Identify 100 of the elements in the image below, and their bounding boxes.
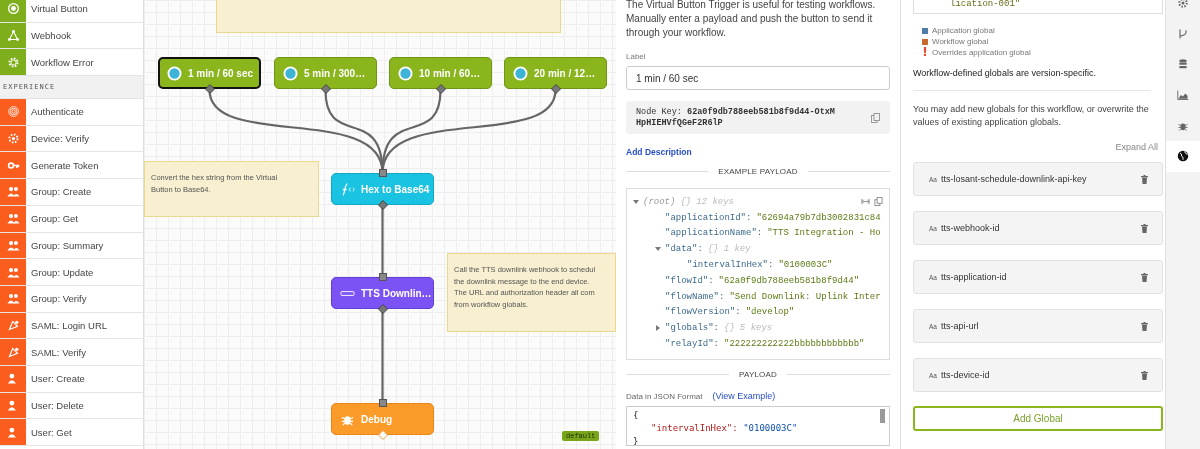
add-description-link[interactable]: Add Description — [626, 147, 692, 157]
trash-icon[interactable] — [1141, 223, 1148, 233]
json-value: "develop" — [745, 307, 795, 318]
section-title: EXAMPLE PAYLOAD — [718, 167, 798, 176]
json-summary: {} — [680, 196, 692, 207]
node-palette-item[interactable]: User: Create — [0, 365, 143, 393]
json-key: (root) — [643, 196, 676, 207]
json-value: "0100003C" — [778, 260, 833, 271]
override-mark: ! — [922, 47, 928, 58]
node-palette-item[interactable]: Webhook — [0, 22, 143, 50]
field-label: Label — [626, 52, 647, 61]
node-palette-item[interactable]: Group: Update — [0, 259, 143, 286]
circle-icon — [513, 65, 528, 81]
json-key: "data": — [665, 244, 703, 255]
triangle-icon — [6, 345, 20, 359]
node-palette-item[interactable]: Group: Get — [0, 205, 143, 233]
global-name: tts-application-id — [940, 272, 1007, 282]
copy-icon[interactable] — [871, 112, 880, 123]
database-icon — [1177, 58, 1189, 71]
group-icon — [6, 238, 20, 252]
triangle-icon — [6, 318, 20, 332]
trash-icon[interactable] — [1141, 370, 1148, 380]
node-palette-item[interactable]: Device: Verify — [0, 125, 143, 153]
output-port[interactable] — [377, 200, 388, 210]
gear-icon — [6, 132, 20, 146]
panel-tab[interactable] — [1166, 140, 1200, 172]
global-name: tts-webhook-id — [940, 223, 1000, 233]
node-palette-item[interactable]: Virtual Button — [0, 0, 143, 23]
json-summary: {} — [707, 244, 719, 255]
copy-icon[interactable] — [874, 197, 883, 207]
json-key: "flowVersion": — [665, 307, 741, 318]
legend-label: Overrides application global — [932, 48, 1031, 57]
node-palette-item[interactable]: User: Get — [0, 419, 143, 446]
node-key-text: Node Key: 62a0f9db788eeb581b8f9d44-OtxMHpHIEHVfQGeF2R6lP — [636, 106, 836, 129]
trash-icon[interactable] — [1141, 321, 1148, 331]
workflow-node[interactable]: TTS Downlin… — [331, 277, 434, 309]
json-value: "62694a79b7db3002831c84 — [756, 212, 881, 223]
json-value: "222222222222bbbbbbbbbbbb" — [724, 339, 865, 350]
node-palette-item[interactable]: Group: Create — [0, 179, 143, 206]
json-summary: 5 keys — [739, 323, 773, 334]
output-port[interactable] — [435, 84, 446, 94]
output-port[interactable] — [550, 84, 561, 94]
json-value: "Send Downlink: Uplink Inter — [729, 291, 881, 302]
output-port[interactable] — [320, 84, 331, 94]
code-text: lication-001" — [950, 0, 1021, 9]
input-port[interactable] — [378, 399, 387, 407]
collapse-icon[interactable] — [861, 197, 870, 207]
group-icon — [6, 292, 20, 306]
caret-icon[interactable] — [655, 325, 661, 332]
code-line: "intervalInHex": "0100003C" — [650, 422, 799, 435]
code-line: } — [633, 435, 640, 448]
trash-icon[interactable] — [1141, 272, 1148, 282]
global-name: tts-api-url — [940, 321, 979, 331]
node-palette-item[interactable]: SAML: Verify — [0, 339, 143, 366]
json-key: "applicationName": — [665, 228, 763, 239]
gear-icon — [1177, 0, 1189, 10]
circle-icon — [398, 65, 413, 81]
circle-icon — [167, 65, 182, 81]
input-port[interactable] — [378, 169, 387, 177]
node-palette-item[interactable]: Group: Verify — [0, 285, 143, 313]
output-port[interactable] — [377, 304, 388, 314]
json-summary: 1 key — [723, 244, 751, 255]
field-label: Data in JSON Format — [626, 391, 703, 401]
json-key: "applicationId": — [665, 212, 752, 223]
expand-all-link[interactable]: Expand All — [1115, 142, 1158, 152]
group-icon — [6, 185, 20, 199]
webhook-icon — [6, 29, 20, 43]
globals-intro: You may add new globals for this workflow, or overwrite the values of existing application globals. — [913, 103, 1150, 129]
input-port[interactable] — [378, 273, 387, 281]
node-palette-item[interactable]: User: Delete — [0, 392, 143, 420]
node-palette-item[interactable]: Group: Summary — [0, 232, 143, 260]
function-icon — [340, 181, 355, 197]
section-title: PAYLOAD — [739, 370, 777, 379]
circle-icon — [283, 65, 298, 81]
caret-icon[interactable] — [633, 198, 639, 205]
trash-icon[interactable] — [1141, 174, 1148, 184]
legend-label: Workflow global — [932, 37, 989, 46]
json-editor[interactable]: { "intervalInHex": "0100003C" } — [626, 406, 890, 446]
caret-icon[interactable] — [655, 246, 661, 253]
group-icon — [6, 212, 20, 226]
json-key: "intervalInHex": — [687, 260, 774, 271]
node-palette-item[interactable]: Authenticate — [0, 99, 143, 126]
scrollbar[interactable] — [880, 409, 885, 423]
json-key: "globals": — [665, 323, 719, 334]
json-key: "relayId": — [665, 339, 719, 350]
legend-label: Application global — [932, 26, 995, 35]
json-key: "flowName": — [665, 291, 725, 302]
view-example-link[interactable]: (View Example) — [712, 391, 776, 401]
code-line: { — [633, 409, 640, 422]
output-port[interactable] — [204, 84, 215, 94]
branch-icon — [1177, 27, 1189, 40]
global-name: tts-device-id — [940, 370, 990, 380]
fingerprint-icon — [6, 105, 20, 119]
chart-icon — [1177, 89, 1189, 102]
node-palette-item[interactable]: Generate Token — [0, 152, 143, 180]
label-input[interactable]: 1 min / 60 sec — [626, 66, 890, 90]
json-value: "TTS Integration - Ho — [767, 228, 881, 239]
target-icon — [6, 2, 20, 16]
node-palette-item[interactable]: SAML: Login URL — [0, 312, 143, 340]
gear-icon — [6, 55, 20, 69]
